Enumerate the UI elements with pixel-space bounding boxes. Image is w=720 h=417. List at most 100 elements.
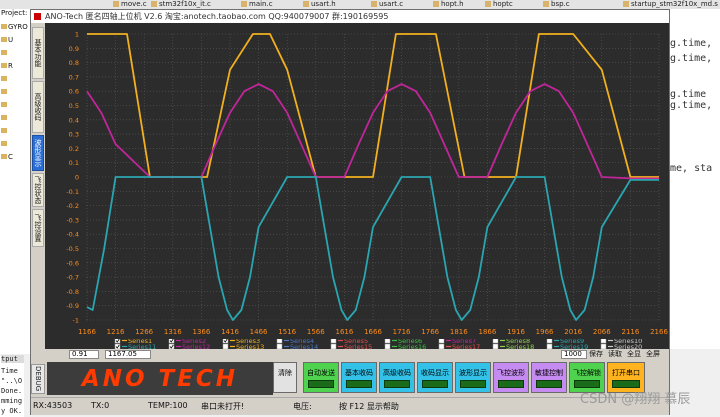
show-all-button[interactable]: 全显	[627, 350, 641, 359]
ide-tab[interactable]: startup_stm32f10x_md.s	[620, 0, 720, 9]
y-tick-label: 0.4	[69, 116, 79, 124]
y-tick-label: -0.6	[66, 259, 79, 267]
control-button-label: 敏捷控制	[535, 369, 563, 377]
side-tab[interactable]: 飞控状态	[32, 173, 44, 207]
ide-tab-label: startup_stm32f10x_md.s	[631, 0, 718, 8]
ide-tab[interactable]: usart.h	[300, 0, 339, 9]
y-tick-label: -0.3	[66, 216, 79, 224]
help-hint: 按 F12 显示帮助	[339, 402, 399, 411]
control-button[interactable]: 敏捷控制	[531, 362, 567, 393]
side-tab[interactable]: 飞控设置	[32, 209, 44, 247]
project-tree-item[interactable]: U	[1, 36, 13, 44]
folder-icon	[1, 115, 7, 120]
ide-tab[interactable]: bsp.c	[540, 0, 573, 9]
side-tab[interactable]: 波形显示	[32, 135, 44, 171]
project-tree-item[interactable]	[1, 127, 8, 135]
waveform-svg: 1166 1216 1266 1316 1366 1416 1466 1516 1566 1616…	[66, 31, 668, 337]
ide-tab[interactable]: main.c	[238, 0, 276, 9]
x-tick-label: 2116	[621, 328, 639, 336]
ide-tab[interactable]: move.c	[110, 0, 150, 9]
legend-checkbox[interactable]	[546, 337, 553, 344]
ide-tab[interactable]: hoptc	[482, 0, 516, 9]
folder-icon	[1, 128, 7, 133]
legend-checkbox[interactable]	[600, 337, 607, 344]
ano-tech-window: ANO-Tech 匿名四轴上位机 V2.6 淘宝:anotech.taobao.…	[30, 9, 670, 415]
legend-checkbox[interactable]	[330, 337, 337, 344]
legend-checkbox[interactable]	[438, 337, 445, 344]
status-led-icon	[612, 380, 640, 388]
project-tree-item[interactable]	[1, 88, 8, 96]
x-tick-label: 2066	[593, 328, 611, 336]
folder-icon	[1, 37, 7, 42]
control-button[interactable]: 清除	[273, 362, 297, 393]
legend-checkbox[interactable]	[384, 337, 391, 344]
status-led-icon	[536, 380, 562, 388]
x-tick-label: 1766	[421, 328, 439, 336]
project-label: Project: I	[1, 9, 31, 17]
voltage-label: 电压:	[293, 402, 312, 411]
project-tree-item[interactable]: R	[1, 62, 13, 70]
output-line: mming	[1, 397, 23, 405]
file-icon	[371, 1, 377, 7]
control-button[interactable]: 波形显示	[455, 362, 491, 393]
temp-value: TEMP:100	[148, 401, 188, 410]
y-tick-label: 0.7	[69, 73, 79, 81]
ide-tab[interactable]: stm32f10x_it.c	[148, 0, 214, 9]
x-tick-label: 2016	[564, 328, 582, 336]
control-button-label: 波形显示	[459, 369, 487, 377]
control-button[interactable]: 高级收码	[379, 362, 415, 393]
y-tick-label: 0	[75, 174, 79, 182]
folder-icon	[1, 89, 7, 94]
logo-text: ANO TECH	[81, 365, 239, 392]
project-tree-item[interactable]	[1, 140, 8, 148]
project-tree-item[interactable]: GYRO	[1, 23, 28, 31]
project-tree-item[interactable]	[1, 101, 8, 109]
control-button-label: 自动发送	[307, 369, 335, 377]
project-tree-item[interactable]	[1, 114, 8, 122]
waveform-chart: 1166 1216 1266 1316 1366 1416 1466 1516 1566 1616…	[45, 23, 669, 339]
file-icon	[433, 1, 439, 7]
load-button[interactable]: 读取	[608, 350, 622, 359]
rx-counter: RX:43503	[33, 401, 73, 410]
code-line: ng.time	[664, 89, 707, 100]
ide-tab-label: move.c	[121, 0, 147, 8]
side-tab[interactable]: 高级收码	[32, 81, 44, 133]
status-led-icon	[460, 380, 486, 388]
x-tick-label: 1916	[507, 328, 525, 336]
project-tree-item[interactable]	[1, 75, 8, 83]
legend-checkbox[interactable]	[492, 337, 499, 344]
file-icon	[151, 1, 157, 7]
control-button[interactable]: 收码显示	[417, 362, 453, 393]
title-bar: ANO-Tech 匿名四轴上位机 V2.6 淘宝:anotech.taobao.…	[31, 10, 669, 23]
save-button[interactable]: 保存	[589, 350, 603, 359]
folder-icon	[1, 63, 7, 68]
ide-tab[interactable]: hopt.h	[430, 0, 467, 9]
tree-item-label: GYRO	[8, 23, 28, 31]
port-status: 串口未打开!	[201, 402, 245, 411]
ide-tab-strip: move.c stm32f10x_it.c main.c usart.h usart.c…	[0, 0, 720, 9]
cursor-x-value: 1167.05	[105, 350, 151, 359]
status-led-icon	[384, 380, 410, 388]
plot-status-strip: 0.91 1167.05 1000 保存 读取 全显 全屏	[45, 349, 669, 360]
status-led-icon	[498, 380, 524, 388]
x-tick-label: 1466	[250, 328, 268, 336]
control-button[interactable]: 基本收码	[341, 362, 377, 393]
y-tick-label: 0.5	[69, 102, 79, 110]
side-tab[interactable]: 基本功能	[32, 27, 44, 79]
debug-vertical-label: DEBUG	[31, 364, 45, 394]
project-tree-item[interactable]: C	[1, 153, 13, 161]
y-tick-label: -0.9	[66, 302, 79, 310]
file-icon	[113, 1, 119, 7]
fullscreen-button[interactable]: 全屏	[646, 350, 660, 359]
x-tick-label: 1416	[221, 328, 239, 336]
x-tick-label: 2166	[650, 328, 668, 336]
control-button[interactable]: 自动发送	[303, 362, 339, 393]
control-button-label: 高级收码	[383, 369, 411, 377]
ide-tab[interactable]: usart.c	[368, 0, 406, 9]
legend-checkbox[interactable]	[276, 337, 283, 344]
y-tick-label: -0.4	[66, 231, 79, 239]
project-tree-item[interactable]	[1, 49, 8, 57]
x-tick-label: 1216	[107, 328, 125, 336]
control-button[interactable]: 飞控波形	[493, 362, 529, 393]
point-count-input[interactable]: 1000	[561, 350, 587, 359]
